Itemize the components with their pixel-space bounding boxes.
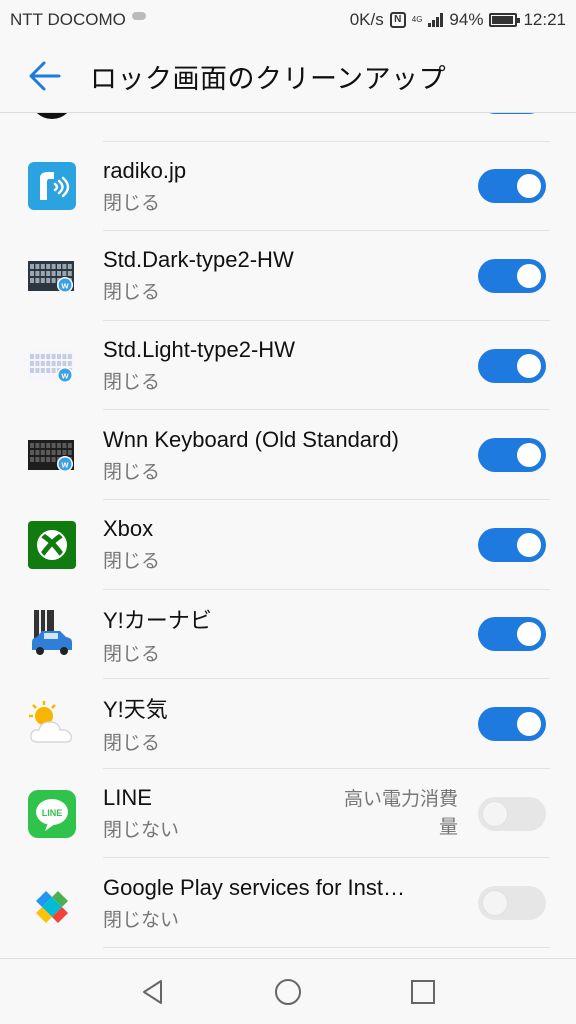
app-status: 閉じる (103, 372, 161, 394)
app-status: 閉じる (103, 643, 161, 665)
toggle-knob (517, 622, 541, 647)
app-name: Xbox (103, 516, 154, 542)
app-texts: LINE 閉じない (103, 785, 328, 842)
app-texts: Y!天気閉じる (103, 692, 478, 755)
app-texts: radiko.jp 閉じる (103, 158, 478, 215)
app-row[interactable]: w Std.Light-type2-HW 閉じる (0, 321, 576, 411)
app-name: Std.Light-type2-HW (103, 337, 295, 363)
app-row[interactable]: radiko.jp 閉じる (0, 142, 576, 232)
weather-icon (28, 700, 76, 748)
app-texts: Std.Dark-type2-HW 閉じる (103, 247, 478, 304)
google-play-services-icon (28, 879, 76, 927)
close-toggle[interactable] (478, 113, 546, 114)
radiko-icon (28, 162, 76, 211)
app-row[interactable]: Y!天気閉じる (0, 679, 576, 769)
close-toggle[interactable] (478, 438, 546, 473)
nav-back-button[interactable] (133, 972, 173, 1012)
battery-icon (489, 13, 521, 27)
app-texts: Y!カーナビ閉じる (103, 603, 478, 666)
app-name: Google Play services for Inst… (103, 874, 406, 900)
status-icons: 0K/s N 4G 94% 12:21 (350, 10, 566, 30)
svg-text:LINE: LINE (42, 808, 63, 818)
app-name: LINE (103, 785, 152, 811)
app-row[interactable]: Y!カーナビ閉じる (0, 590, 576, 680)
app-name: Y!天気 (103, 697, 168, 723)
close-toggle[interactable] (478, 527, 546, 562)
app-row[interactable]: w Wnn Keyboard (Old Standard) 閉じる (0, 410, 576, 500)
toggle-knob (517, 532, 541, 557)
app-status: 閉じる (103, 192, 161, 214)
cloud-icon (131, 12, 146, 20)
carrier-group: NTT DOCOMO (10, 10, 146, 30)
app-name: Y!カーナビ (103, 607, 212, 633)
navigation-bar (0, 958, 576, 1024)
close-toggle[interactable] (478, 258, 546, 293)
back-triangle-icon (143, 979, 162, 1004)
app-row[interactable]: Google Play services for Inst… 閉じない (0, 858, 576, 948)
page-title: ロック画面のクリーンアップ (90, 63, 447, 94)
nav-recents-button[interactable] (403, 972, 443, 1012)
toggle-knob (517, 263, 541, 288)
carrier-name: NTT DOCOMO (10, 10, 126, 29)
toggle-knob (483, 801, 507, 826)
lte-icon: 4G (411, 15, 423, 24)
app-texts: Wnn Keyboard (Old Standard) 閉じる (103, 427, 478, 484)
close-toggle[interactable] (478, 706, 546, 741)
toggle-knob (517, 443, 541, 468)
toggle-knob (517, 174, 541, 199)
toggle-knob (517, 711, 541, 736)
app-status: 閉じる (103, 551, 161, 573)
app-name: Wnn Keyboard (Old Standard) (103, 426, 399, 452)
toggle-knob (517, 353, 541, 378)
line-icon: LINE (28, 789, 76, 838)
back-button[interactable] (0, 40, 90, 112)
arrow-back-icon (29, 61, 61, 91)
app-status: 閉じる (103, 282, 161, 304)
app-name: radiko.jp (103, 157, 187, 183)
keyboard-dark-icon: w (28, 252, 76, 300)
svg-text:w: w (60, 460, 69, 470)
battery-percent: 94% (449, 10, 484, 29)
app-status: 閉じる (103, 733, 161, 755)
nfc-icon: N (389, 12, 406, 28)
nav-home-button[interactable] (268, 972, 308, 1012)
clock: 12:21 (523, 10, 566, 29)
app-row[interactable]: LINE LINE 閉じない 高い電力消費量 (0, 769, 576, 859)
unknown-black-icon (28, 113, 76, 121)
app-status: 閉じない (103, 909, 180, 931)
xbox-icon (28, 520, 76, 569)
app-status: 閉じない (103, 820, 180, 842)
svg-text:w: w (60, 280, 69, 290)
close-toggle[interactable] (478, 886, 546, 921)
home-circle-icon (275, 978, 301, 1005)
recents-square-icon (411, 979, 435, 1004)
app-row[interactable]: Xbox 閉じる (0, 500, 576, 590)
app-bar: ロック画面のクリーンアップ (0, 40, 576, 112)
power-usage-note: 高い電力消費量 (343, 788, 458, 838)
app-row[interactable]: w Std.Dark-type2-HW 閉じる (0, 231, 576, 321)
app-status: 閉じる (103, 461, 161, 483)
car-navi-icon (28, 610, 76, 658)
keyboard-light-icon: w (28, 342, 76, 390)
signal-icon (428, 13, 444, 27)
close-toggle[interactable] (478, 617, 546, 652)
keyboard-wnn-icon: w (28, 431, 76, 479)
toggle-knob (483, 891, 507, 916)
close-toggle[interactable] (478, 169, 546, 204)
app-name: Std.Dark-type2-HW (103, 247, 294, 273)
app-texts: Google Play services for Inst… 閉じない (103, 875, 478, 932)
close-toggle[interactable] (478, 796, 546, 831)
close-toggle[interactable] (478, 348, 546, 383)
network-speed: 0K/s (349, 10, 384, 29)
app-texts: Std.Light-type2-HW 閉じる (103, 337, 478, 394)
status-bar: NTT DOCOMO 0K/s N 4G 94% 12:21 (0, 0, 576, 40)
app-texts: Xbox 閉じる (103, 516, 478, 573)
app-list[interactable]: 閉じる radiko.jp 閉じる w Std.Dark-type2-HW 閉じる w Std… (0, 112, 576, 958)
app-row[interactable]: 閉じる (0, 113, 576, 142)
svg-text:w: w (60, 370, 69, 380)
